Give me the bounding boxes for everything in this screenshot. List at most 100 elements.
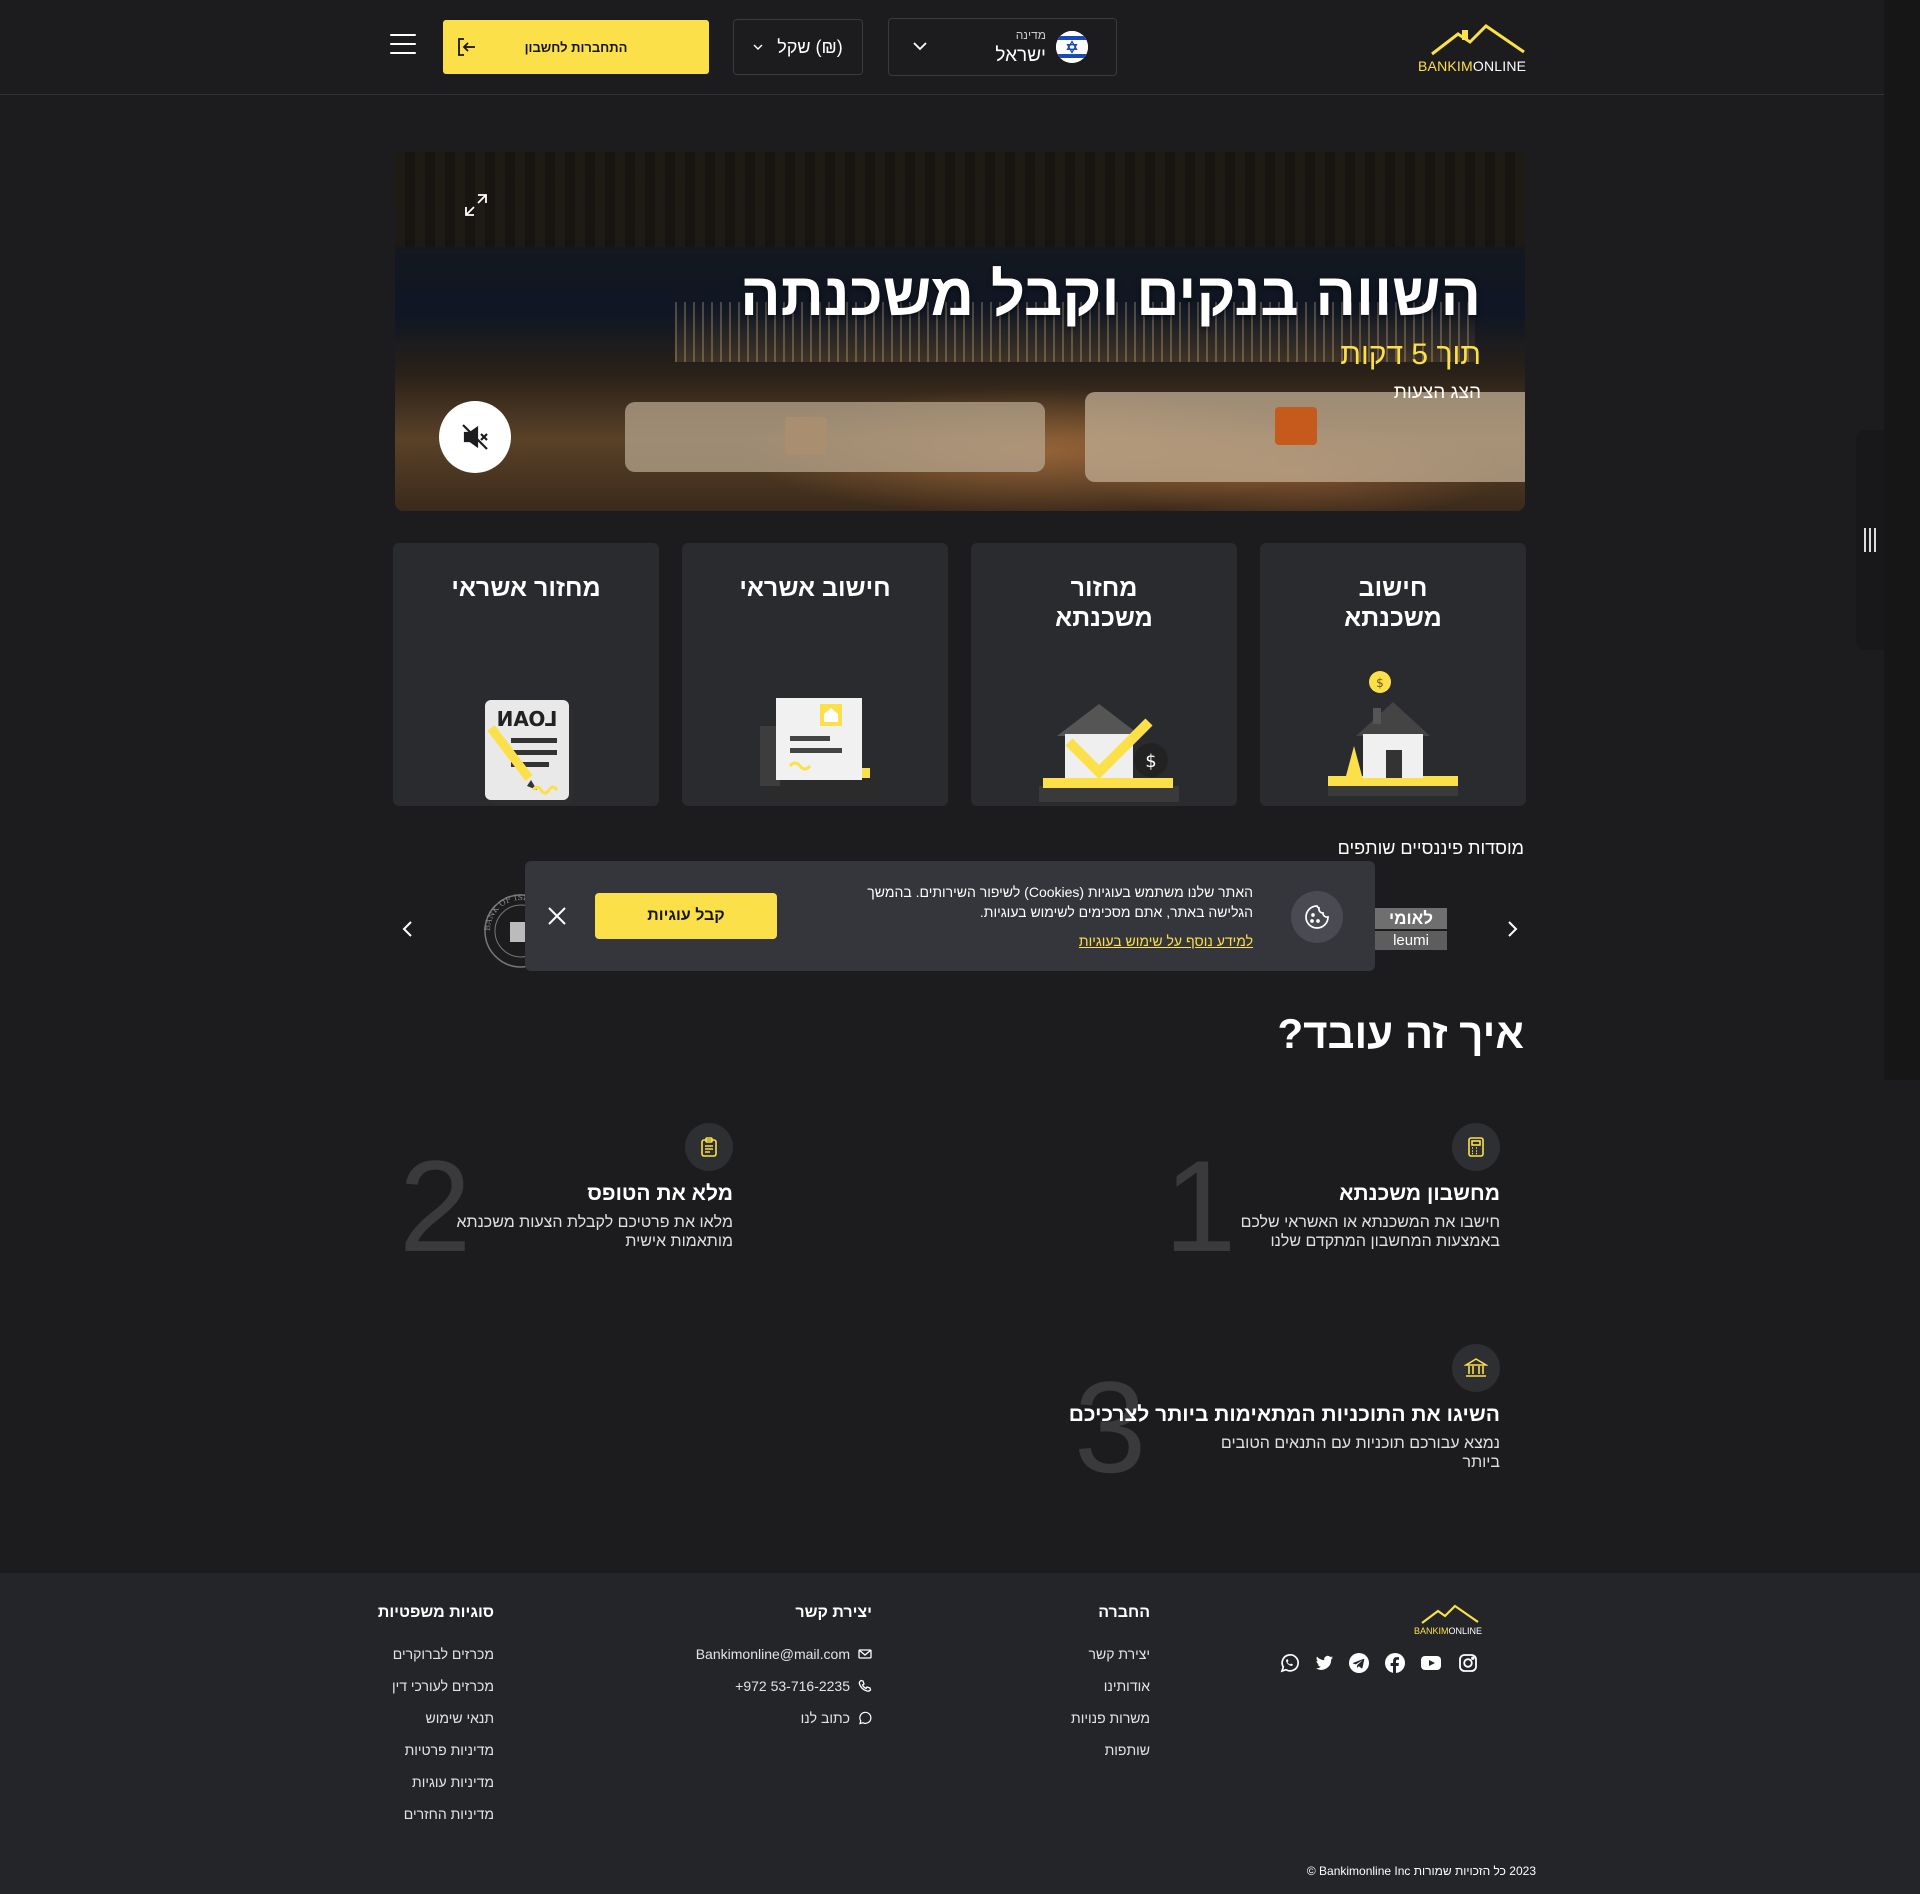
currency-value: (₪) שקל (777, 36, 843, 57)
logo-text-bankim: BANKIM (1418, 58, 1473, 74)
footer-link[interactable]: יצירת קשר (1071, 1646, 1150, 1662)
copyright-text: 2023 כל הזכויות שמורות Bankimonline Inc … (1306, 1864, 1536, 1878)
logo-text-online: ONLINE (1472, 58, 1527, 74)
close-icon[interactable] (545, 904, 569, 928)
footer-link[interactable]: אודותינו (1071, 1678, 1150, 1694)
footer-link[interactable]: מדיניות החזרים (378, 1806, 494, 1822)
how-it-works-title: איך זה עובד? (1277, 1010, 1524, 1057)
footer-company-column: החברה יצירת קשר אודותינו משרות פנויות שו… (1071, 1604, 1150, 1774)
login-button[interactable]: התחברות לחשבון (443, 20, 709, 74)
whatsapp-icon[interactable] (1278, 1652, 1300, 1674)
step-card: 3 השיגו את התוכניות המתאימות ביותר לצרכי… (1050, 1342, 1500, 1502)
currency-select[interactable]: (₪) שקל (733, 19, 863, 75)
step-number: 3 (1074, 1354, 1147, 1500)
instagram-icon[interactable] (1457, 1652, 1479, 1674)
youtube-icon[interactable] (1420, 1652, 1442, 1674)
show-offers-link[interactable]: הצג הצעות (1394, 382, 1481, 404)
footer-link[interactable]: מכרזים לברוקרים (378, 1646, 494, 1662)
clipboard-icon (685, 1123, 733, 1171)
step-card: 1 מחשבון משכנתא חישבו את המשכנתא או האשר… (1100, 1121, 1500, 1281)
site-footer (0, 1573, 1920, 1894)
carousel-prev-icon[interactable] (394, 915, 422, 943)
service-card-title: מחזור משכנתא (1055, 574, 1153, 632)
footer-logo[interactable]: BANKIMONLINE (1414, 1604, 1483, 1636)
cookie-icon (1291, 891, 1343, 943)
mute-button[interactable] (439, 401, 511, 473)
footer-legal-column: סוגיות משפטיות מכרזים לברוקרים מכרזים לע… (378, 1604, 494, 1838)
house-refinance-icon: $ (1039, 704, 1179, 802)
footer-email-link[interactable]: Bankimonline@mail.com (696, 1646, 872, 1662)
step-number: 2 (399, 1133, 472, 1279)
bank-icon (1452, 1344, 1500, 1392)
footer-column-title: סוגיות משפטיות (377, 1604, 494, 1621)
service-card-mortgage-refinance[interactable]: מחזור משכנתא $ (971, 543, 1237, 806)
country-caption: מדינה (1015, 28, 1046, 42)
cookie-banner: האתר שלנו משתמש בעוגיות (Cookies) לשיפור… (525, 861, 1375, 971)
step-description: מלאו את פרטיכם לקבלת הצעות משכנתא מותאמו… (456, 1214, 733, 1251)
facebook-icon[interactable] (1384, 1652, 1406, 1674)
telegram-icon[interactable] (1348, 1652, 1370, 1674)
chevron-down-icon (913, 42, 927, 51)
footer-logo-bankim: BANKIM (1414, 1626, 1449, 1636)
partners-title: מוסדות פיננסיים שותפים (1337, 838, 1524, 858)
step-description: חישבו את המשכנתא או האשראי שלכם באמצעות … (1240, 1214, 1500, 1251)
footer-link[interactable]: מדיניות עוגיות (378, 1774, 494, 1790)
footer-link[interactable]: שותפות (1071, 1742, 1150, 1758)
leumi-bank-logo[interactable]: לאומי leumi (1375, 908, 1447, 950)
calculator-icon (1452, 1123, 1500, 1171)
footer-email: Bankimonline@mail.com (695, 1646, 850, 1662)
site-logo[interactable]: BANKIMONLINE (1418, 22, 1528, 74)
step-number: 1 (1164, 1133, 1237, 1279)
twitter-icon[interactable] (1313, 1652, 1335, 1674)
cookie-text: האתר שלנו משתמש בעוגיות (Cookies) לשיפור… (867, 884, 1253, 921)
service-card-title: חישוב משכנתא (1344, 574, 1442, 632)
footer-phone-link[interactable]: +972 53-716-2235 (696, 1678, 872, 1694)
leumi-logo-english: leumi (1375, 931, 1447, 950)
loan-document-icon: LOAN (485, 700, 573, 804)
cookie-info-link[interactable]: למידע נוסף על שימוש בעוגיות (1079, 933, 1253, 949)
footer-link[interactable]: תנאי שימוש (378, 1710, 495, 1726)
service-card-credit-calc[interactable]: חישוב אשראי (682, 543, 948, 806)
step-card: 2 מלא את הטופס מלאו את פרטיכם לקבלת הצעו… (333, 1121, 733, 1281)
leumi-logo-hebrew: לאומי (1375, 908, 1447, 929)
country-select[interactable]: מדינה ישראל (888, 18, 1117, 76)
whatsapp-icon (859, 1711, 872, 1725)
svg-text:$: $ (1145, 751, 1156, 772)
phone-icon (858, 1679, 872, 1692)
service-card-title: חישוב אשראי (739, 574, 891, 602)
step-title: מחשבון משכנתא (1339, 1182, 1500, 1205)
chevron-down-icon (753, 44, 763, 50)
site-header: התחברות לחשבון (₪) שקל מדינה ישראל BANKI… (0, 0, 1884, 95)
hero-subtitle: תוך 5 דקות (1340, 338, 1481, 371)
mail-icon (858, 1649, 872, 1659)
footer-link[interactable]: משרות פנויות (1071, 1710, 1150, 1726)
service-card-mortgage-calc[interactable]: חישוב משכנתא $ (1260, 543, 1526, 806)
step-title: מלא את הטופס (587, 1182, 733, 1205)
footer-column-title: החברה (1098, 1604, 1150, 1621)
service-card-credit-refinance[interactable]: מחזור אשראי LOAN (393, 543, 659, 806)
speaker-muted-icon (462, 424, 488, 450)
logo-roof-icon (1421, 1604, 1479, 1624)
footer-link[interactable]: מדיניות פרטיות (378, 1742, 494, 1758)
country-value: ישראל (995, 45, 1046, 66)
svg-text:$: $ (1376, 676, 1384, 690)
footer-phone: +972 53-716-2235 (735, 1678, 850, 1694)
step-description: נמצא עבורכם תוכניות עם התנאים הטובים ביו… (1220, 1435, 1500, 1472)
carousel-next-icon[interactable] (1498, 915, 1526, 943)
footer-link[interactable]: מכרזים לעורכי דין (378, 1678, 494, 1694)
hero-video: השווה בנקים וקבל משכנתה תוך 5 דקות הצג ה… (395, 152, 1525, 511)
side-drawer-handle[interactable] (1856, 430, 1884, 650)
fullscreen-icon[interactable] (463, 192, 489, 218)
login-label: התחברות לחשבון (524, 39, 628, 55)
page-scrollbar[interactable] (1884, 0, 1920, 1080)
svg-text:LOAN: LOAN (497, 707, 558, 731)
footer-write-us: כתוב לנו (800, 1710, 850, 1726)
accept-cookies-button[interactable]: קבל עוגיות (595, 893, 777, 939)
footer-write-us-link[interactable]: כתוב לנו (696, 1710, 872, 1726)
footer-logo-online: ONLINE (1448, 1626, 1483, 1636)
hamburger-menu-icon[interactable] (390, 34, 416, 54)
israel-flag-icon (1056, 31, 1088, 63)
footer-column-title: יצירת קשר (795, 1604, 872, 1621)
credit-document-icon (760, 698, 880, 800)
footer-contact-column: יצירת קשר Bankimonline@mail.com +972 53-… (696, 1604, 872, 1742)
